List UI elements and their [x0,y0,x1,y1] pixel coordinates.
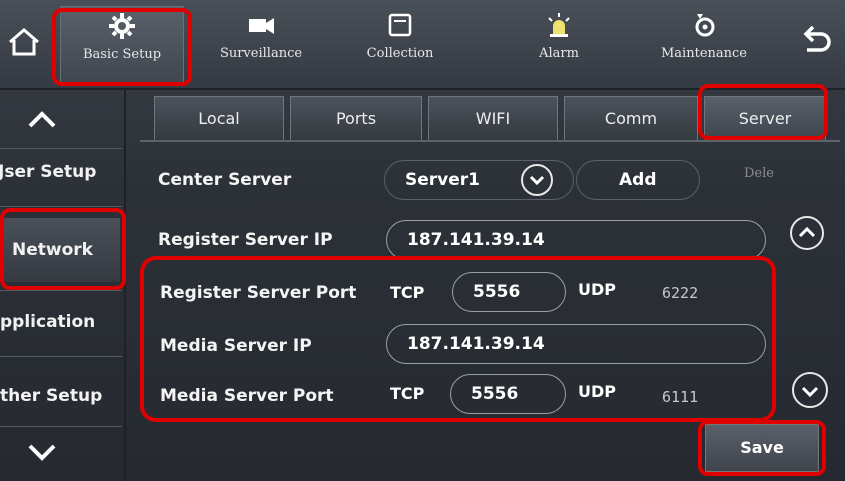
nav-label: Collection [366,46,434,61]
divider [0,206,122,207]
nav-label: Alarm [539,46,579,61]
maintenance-icon [689,10,719,40]
tab-ports[interactable]: Ports [290,96,422,140]
scroll-up-circle-icon[interactable] [790,216,824,250]
screen: Basic Setup Surveillance Collection Alar… [0,0,845,481]
camera-icon [246,10,276,40]
sidebar-item-user-setup[interactable]: Jser Setup [0,142,118,202]
scroll-down-circle-icon[interactable] [792,372,828,408]
center-server-value: Server1 [405,170,480,190]
scroll-down-icon[interactable] [22,438,62,468]
highlight-network [0,208,126,290]
tab-comm[interactable]: Comm [564,96,698,140]
add-label: Add [619,170,657,190]
sidebar-item-other-setup[interactable]: ther Setup [0,366,120,426]
divider [0,426,122,427]
sidebar-item-label: ther Setup [0,386,103,406]
chevron-down-icon[interactable] [521,164,553,196]
tab-local[interactable]: Local [154,96,284,140]
tab-underline [140,140,840,142]
highlight-server-tab [698,84,828,140]
sidebar-item-label: Jser Setup [0,162,97,182]
collection-icon [385,10,415,40]
nav-maintenance[interactable]: Maintenance [634,6,774,82]
register-server-ip-input[interactable]: 187.141.39.14 [386,220,766,260]
divider [0,290,122,291]
add-server-button[interactable]: Add [576,160,700,200]
highlight-server-fields [140,256,776,422]
back-icon[interactable] [797,22,837,62]
highlight-save [698,420,826,476]
highlight-basic-setup [52,8,192,86]
sidebar-item-application[interactable]: ​pplication [0,292,120,352]
alarm-icon [544,10,574,40]
nav-collection[interactable]: Collection [340,6,460,82]
register-server-ip-value: 187.141.39.14 [407,230,545,250]
tab-label: Ports [335,109,377,128]
tab-label: Local [198,109,240,128]
tab-wifi[interactable]: WIFI [428,96,558,140]
nav-surveillance[interactable]: Surveillance [196,6,326,82]
scroll-up-icon[interactable] [22,104,62,134]
delete-server-button[interactable]: Dele [744,166,774,181]
tab-label: Comm [604,109,658,128]
register-server-ip-label: Register Server IP [158,230,333,250]
nav-label: Maintenance [661,46,747,61]
home-icon[interactable] [4,22,44,62]
sidebar-item-label: ​pplication [0,312,96,332]
nav-alarm[interactable]: Alarm [514,6,604,82]
nav-label: Surveillance [219,46,303,61]
divider [0,356,122,357]
tab-label: WIFI [475,109,511,128]
center-server-label: Center Server [158,170,292,190]
